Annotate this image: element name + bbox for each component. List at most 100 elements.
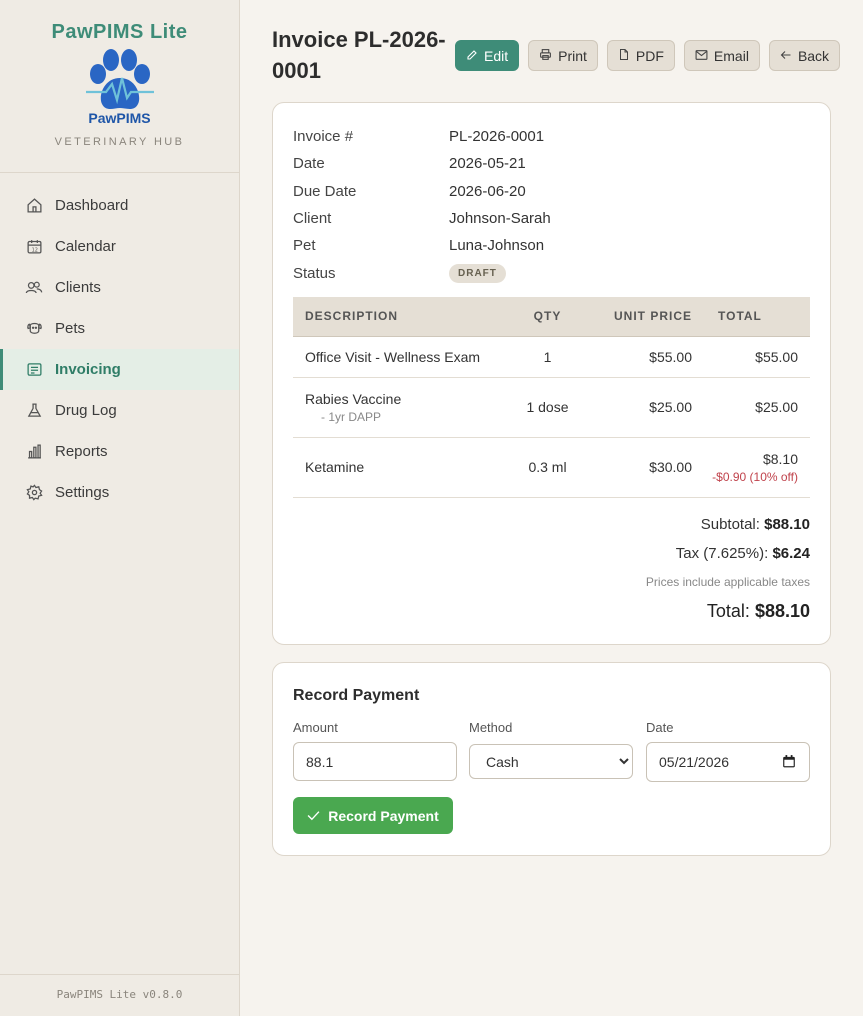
total-line: Total: $88.10 <box>646 599 810 623</box>
invoice-card: Invoice # PL-2026-0001 Date 2026-05-21 D… <box>272 102 831 645</box>
meta-value: Luna-Johnson <box>449 237 545 255</box>
meta-value: 2026-05-21 <box>449 155 526 173</box>
sidebar-item-label: Pets <box>55 320 86 337</box>
check-icon <box>307 808 320 824</box>
method-select[interactable]: Cash <box>469 744 633 779</box>
invoice-meta: Invoice # PL-2026-0001 Date 2026-05-21 D… <box>293 123 551 287</box>
sidebar-item-label: Clients <box>55 279 101 296</box>
sidebar-item-drug-log[interactable]: Drug Log <box>0 390 239 431</box>
app-title: PawPIMS Lite <box>51 21 188 43</box>
line-items-table: DESCRIPTION QTY UNIT PRICE TOTAL Office … <box>293 297 810 498</box>
meta-row-date: Date 2026-05-21 <box>293 150 551 177</box>
item-unit-price: $25.00 <box>594 377 692 438</box>
sidebar-item-calendar[interactable]: 12 Calendar <box>0 226 239 267</box>
table-row: Ketamine 0.3 ml $30.00 $8.10 -$0.90 (10%… <box>293 437 810 498</box>
record-payment-label: Record Payment <box>328 807 439 824</box>
app-version: PawPIMS Lite v0.8.0 <box>0 974 239 1016</box>
logo-text: PawPIMS <box>88 110 151 126</box>
dog-icon <box>25 320 43 338</box>
item-total: $25.00 <box>692 377 810 438</box>
main-content: Invoice PL-2026-0001 Edit Print PDF Emai… <box>272 0 841 856</box>
date-label: Date <box>646 720 674 735</box>
tax-value: $6.24 <box>772 545 810 562</box>
record-payment-card: Record Payment Amount Method Cash Date <box>272 662 831 856</box>
meta-label: Date <box>293 155 325 173</box>
edit-button[interactable]: Edit <box>455 40 520 71</box>
item-description: Office Visit - Wellness Exam <box>293 336 501 378</box>
item-description: Rabies Vaccine <box>305 390 402 407</box>
paw-logo-icon: PawPIMS <box>75 48 165 130</box>
calendar-icon: 12 <box>25 238 43 256</box>
amount-label: Amount <box>293 720 338 735</box>
users-icon <box>25 279 43 297</box>
pencil-icon <box>466 48 478 64</box>
sidebar-item-label: Drug Log <box>55 402 117 419</box>
method-label: Method <box>469 720 513 735</box>
file-icon <box>618 48 630 64</box>
sidebar-item-label: Reports <box>55 443 108 460</box>
item-qty: 1 dose <box>501 377 594 438</box>
meta-label: Pet <box>293 237 316 255</box>
calendar-icon[interactable] <box>782 754 796 774</box>
column-header-unit-price: UNIT PRICE <box>594 297 692 337</box>
print-label: Print <box>558 47 587 64</box>
item-note: - 1yr DAPP <box>321 409 382 424</box>
payment-title: Record Payment <box>293 687 420 704</box>
back-label: Back <box>797 47 830 64</box>
page-title: Invoice PL-2026-0001 <box>272 27 446 83</box>
amount-input[interactable] <box>293 742 457 781</box>
total-label: Total: <box>706 601 750 621</box>
meta-label: Due Date <box>293 182 357 200</box>
svg-text:12: 12 <box>31 247 37 253</box>
sidebar-item-settings[interactable]: Settings <box>0 472 239 513</box>
invoice-totals: Subtotal: $88.10 Tax (7.625%): $6.24 Pri… <box>646 513 810 623</box>
email-label: Email <box>713 47 749 64</box>
amount-field-group: Amount <box>293 720 457 781</box>
sidebar-item-label: Settings <box>55 484 110 501</box>
item-total: $55.00 <box>692 336 810 378</box>
page-header: Invoice PL-2026-0001 Edit Print PDF Emai… <box>272 0 841 102</box>
arrow-left-icon <box>780 48 792 64</box>
meta-row-pet: Pet Luna-Johnson <box>293 232 551 259</box>
envelope-icon <box>695 48 708 64</box>
subtotal-label: Subtotal: <box>700 516 760 533</box>
meta-value: Johnson-Sarah <box>449 210 551 228</box>
brand-header: PawPIMS Lite PawPIMS VETERINARY HUB <box>0 0 239 173</box>
sidebar-item-pets[interactable]: Pets <box>0 308 239 349</box>
item-qty: 1 <box>501 336 594 378</box>
back-button[interactable]: Back <box>768 40 841 71</box>
table-row: Office Visit - Wellness Exam 1 $55.00 $5… <box>293 336 810 378</box>
sidebar-item-dashboard[interactable]: Dashboard <box>0 185 239 226</box>
item-description: Ketamine <box>293 437 501 498</box>
pdf-label: PDF <box>635 47 664 64</box>
email-button[interactable]: Email <box>683 40 760 71</box>
column-header-total: TOTAL <box>692 297 810 337</box>
record-payment-button[interactable]: Record Payment <box>293 797 453 834</box>
meta-label: Client <box>293 210 332 228</box>
column-header-qty: QTY <box>501 297 594 337</box>
flask-icon <box>25 402 43 420</box>
sidebar-item-clients[interactable]: Clients <box>0 267 239 308</box>
app-subtitle: VETERINARY HUB <box>54 136 185 148</box>
total-value: $88.10 <box>754 601 810 621</box>
sidebar-item-invoicing[interactable]: Invoicing <box>0 349 239 390</box>
meta-row-status: Status DRAFT <box>293 259 551 286</box>
meta-label: Status <box>293 264 336 282</box>
sidebar-nav: Dashboard 12 Calendar Clients Pets Invoi… <box>0 185 239 513</box>
bar-chart-icon <box>25 443 43 461</box>
meta-row-invoice-number: Invoice # PL-2026-0001 <box>293 123 551 150</box>
tax-line: Tax (7.625%): $6.24 <box>646 542 810 571</box>
sidebar-item-reports[interactable]: Reports <box>0 431 239 472</box>
meta-row-due-date: Due Date 2026-06-20 <box>293 178 551 205</box>
tax-note: Prices include applicable taxes <box>645 575 810 589</box>
print-button[interactable]: Print <box>528 40 598 71</box>
pdf-button[interactable]: PDF <box>606 40 675 71</box>
item-discount: -$0.90 (10% off) <box>712 469 798 484</box>
table-header-row: DESCRIPTION QTY UNIT PRICE TOTAL <box>293 297 810 337</box>
meta-label: Invoice # <box>293 128 354 146</box>
meta-value: 2026-06-20 <box>449 182 526 200</box>
gear-icon <box>25 484 43 502</box>
sidebar: PawPIMS Lite PawPIMS VETERINARY HUB Dash… <box>0 0 240 1016</box>
subtotal-value: $88.10 <box>764 516 810 533</box>
meta-row-client: Client Johnson-Sarah <box>293 205 551 232</box>
